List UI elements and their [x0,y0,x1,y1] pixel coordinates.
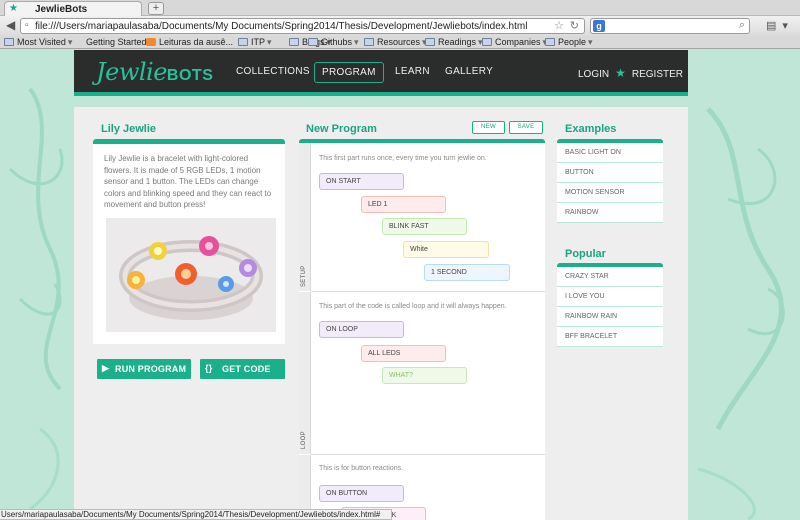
block-on-button[interactable]: ON BUTTON [319,485,404,502]
folder-icon [545,38,555,46]
bookmark-getting-started[interactable]: Getting Started [86,37,147,47]
popular-title: Popular [565,248,606,260]
login-link[interactable]: LOGIN [578,69,609,80]
setup-label: SETUP [301,265,307,287]
page-icon: ▫ [25,20,29,31]
get-code-button[interactable]: {} GET CODE [200,359,285,379]
code-brackets-icon: {} [205,363,213,373]
status-bar: Users/mariapaulasaba/Documents/My Docume… [0,509,392,520]
toolbar-menu-icon[interactable]: ▤▾ [766,19,794,32]
left-swirl-decoration [8,87,64,511]
account-links: LOGIN ★ REGISTER [578,66,683,80]
jewlie-title: Lily Jewlie [101,123,157,135]
right-swirl-decoration [697,107,785,520]
jewlie-card: Lily Jewlie is a bracelet with light-col… [93,144,285,344]
nav-learn[interactable]: LEARN [395,66,430,77]
examples-title: Examples [565,123,617,135]
browser-toolbar: ◀ ▫ file:///Users/mariapaulasaba/Documen… [0,16,800,36]
url-text[interactable]: file:///Users/mariapaulasaba/Documents/M… [35,21,527,32]
bookmark-companies[interactable]: Companies▾ [482,37,547,48]
example-item[interactable]: RAINBOW [557,203,663,223]
search-engine-icon[interactable]: g [593,20,605,32]
block-on-loop[interactable]: ON LOOP [319,321,404,338]
bookmark-readings[interactable]: Readings ▾ [425,37,483,48]
block-color-white[interactable]: White [403,241,489,258]
nav-gallery[interactable]: GALLERY [445,66,493,77]
play-icon: ▶ [102,363,110,373]
popular-item[interactable]: RAINBOW RAIN [557,307,663,327]
bookmark-resources[interactable]: Resources▾ [364,37,427,48]
back-arrow-icon[interactable]: ◀ [6,18,15,32]
bracelet-image [106,218,276,332]
header-accent-strip [74,92,688,96]
bookmark-most-visited[interactable]: Most Visited ▾ [4,37,72,48]
examples-list: BASIC LIGHT ON BUTTON MOTION SENSOR RAIN… [557,143,663,223]
run-program-button[interactable]: ▶ RUN PROGRAM [97,359,191,379]
bookmark-githubs[interactable]: Githubs ▾ [308,37,359,48]
folder-icon [4,38,14,46]
popular-item[interactable]: I LOVE YOU [557,287,663,307]
folder-icon [238,38,248,46]
blogger-icon [146,38,156,46]
browser-tab[interactable]: ★ JewlieBots [4,1,142,16]
setup-description: This first part runs once, every time yo… [319,155,487,162]
register-link[interactable]: REGISTER [632,69,683,80]
bookmark-itp[interactable]: ITP ▾ [238,37,272,48]
example-item[interactable]: MOTION SENSOR [557,183,663,203]
folder-icon [364,38,374,46]
reload-icon[interactable]: ↻ [570,19,579,32]
bookmark-leituras[interactable]: Leituras da ausê... [146,37,233,47]
block-all-leds[interactable]: ALL LEDS [361,345,446,362]
folder-icon [425,38,435,46]
example-item[interactable]: BASIC LIGHT ON [557,143,663,163]
jewliebots-logo[interactable]: JewlieBOTS [96,58,213,86]
new-button[interactable]: NEW [472,121,505,134]
site-header: JewlieBOTS COLLECTIONS PROGRAM LEARN GAL… [74,50,688,96]
block-on-start[interactable]: ON START [319,173,404,190]
new-tab-button[interactable]: + [148,2,164,15]
folder-icon [308,38,318,46]
save-button[interactable]: SAVE [509,121,543,134]
tab-title: JewlieBots [35,4,88,15]
button-description: This is for button reactions. [319,465,404,472]
nav-program[interactable]: PROGRAM [314,62,384,83]
popular-item[interactable]: CRAZY STAR [557,267,663,287]
loop-label: LOOP [301,431,307,449]
favicon-star-icon: ★ [9,3,18,14]
block-what[interactable]: WHAT? [382,367,467,384]
jewlie-description: Lily Jewlie is a bracelet with light-col… [104,154,272,209]
example-item[interactable]: BUTTON [557,163,663,183]
nav-collections[interactable]: COLLECTIONS [236,66,310,77]
block-duration[interactable]: 1 SECOND [424,264,510,281]
section-divider [311,291,545,292]
star-icon: ★ [615,66,626,80]
folder-icon [289,38,299,46]
bookmark-people[interactable]: People ▾ [545,37,593,48]
block-led-1[interactable]: LED 1 [361,196,446,213]
bookmark-star-icon[interactable]: ☆ [554,19,564,32]
block-blink-fast[interactable]: BLINK FAST [382,218,467,235]
popular-item[interactable]: BFF BRACELET [557,327,663,347]
search-box[interactable]: g ⌕ [590,18,750,34]
search-icon[interactable]: ⌕ [739,19,745,32]
popular-list: CRAZY STAR I LOVE YOU RAINBOW RAIN BFF B… [557,267,663,347]
loop-strip [299,292,311,454]
section-divider [311,454,545,455]
loop-description: This part of the code is called loop and… [319,303,507,310]
bookmarks-bar: Most Visited ▾ Getting Started Leituras d… [0,36,800,49]
address-bar[interactable]: ▫ file:///Users/mariapaulasaba/Documents… [20,18,585,34]
browser-tab-bar: ★ JewlieBots + [0,0,800,16]
folder-icon [482,38,492,46]
program-editor: SETUP This first part runs once, every t… [299,143,545,520]
program-title: New Program [306,123,377,135]
